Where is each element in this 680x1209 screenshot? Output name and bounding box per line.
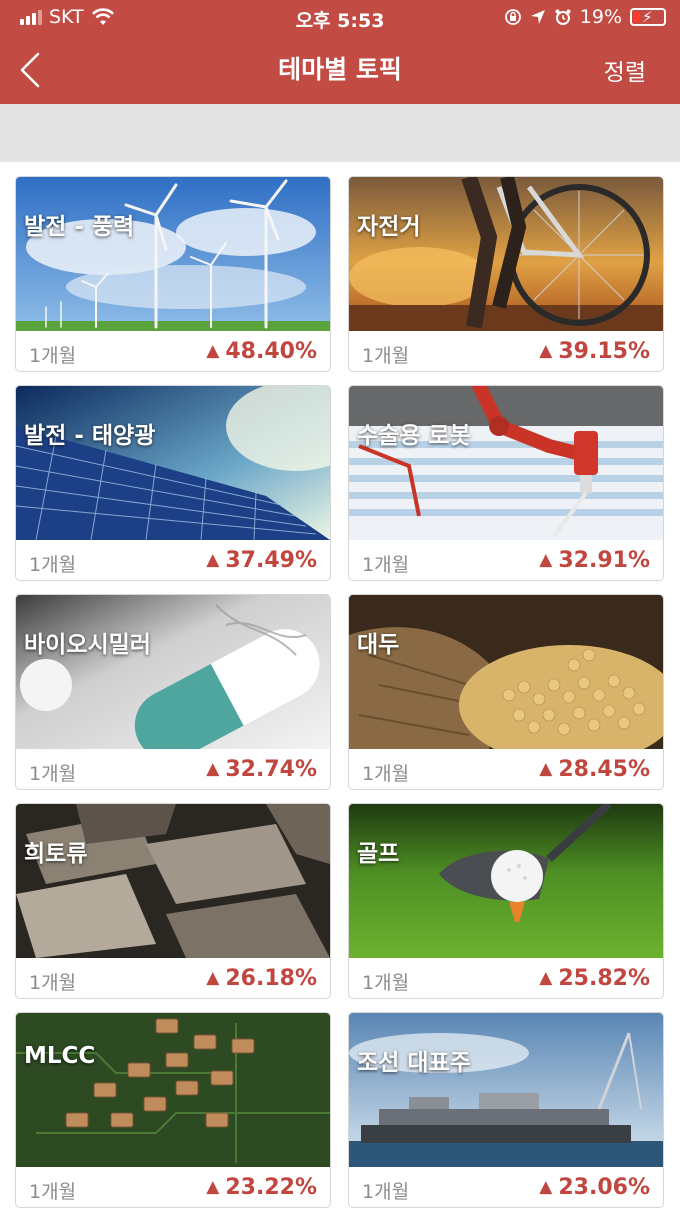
theme-card[interactable]: 희토류 1개월 ▲ 26.18% (15, 803, 331, 999)
period-label: 1개월 (362, 972, 410, 994)
status-right: 19% ⚡ (504, 6, 666, 28)
up-arrow-icon: ▲ (539, 968, 553, 988)
up-arrow-icon: ▲ (539, 341, 553, 361)
theme-image-bicycle: 자전거 (349, 177, 663, 331)
theme-title: 발전 - 풍력 (24, 214, 135, 240)
up-arrow-icon: ▲ (206, 341, 220, 361)
change-percent: 25.82% (558, 966, 650, 991)
theme-image-golf: 골프 (349, 804, 663, 958)
theme-card[interactable]: 자전거 1개월 ▲ 39.15% (348, 176, 664, 372)
theme-card[interactable]: 바이오시밀러 1개월 ▲ 32.74% (15, 594, 331, 790)
up-arrow-icon: ▲ (206, 968, 220, 988)
location-icon (530, 10, 545, 24)
theme-footer: 1개월 ▲ 37.49% (16, 540, 330, 580)
theme-title: 바이오시밀러 (24, 632, 151, 658)
change-value: ▲ 26.18% (206, 966, 317, 991)
period-label: 1개월 (362, 1181, 410, 1203)
period-label: 1개월 (362, 554, 410, 576)
theme-image-mlcc: MLCC (16, 1013, 330, 1167)
theme-title: 수술용 로봇 (357, 423, 471, 449)
theme-card[interactable]: 대두 1개월 ▲ 28.45% (348, 594, 664, 790)
theme-card[interactable]: 수술용 로봇 1개월 ▲ 32.91% (348, 385, 664, 581)
change-percent: 37.49% (225, 548, 317, 573)
sort-button[interactable]: 정렬 (604, 53, 646, 87)
battery-icon: ⚡ (630, 8, 666, 26)
theme-card[interactable]: 발전 - 태양광 1개월 ▲ 37.49% (15, 385, 331, 581)
up-arrow-icon: ▲ (539, 550, 553, 570)
period-label: 1개월 (29, 554, 77, 576)
theme-title: 자전거 (357, 214, 421, 240)
theme-image-wind-power: 발전 - 풍력 (16, 177, 330, 331)
up-arrow-icon: ▲ (539, 759, 553, 779)
change-value: ▲ 25.82% (539, 966, 650, 991)
theme-footer: 1개월 ▲ 32.91% (349, 540, 663, 580)
change-percent: 23.22% (225, 1175, 317, 1200)
theme-card[interactable]: 조선 대표주 1개월 ▲ 23.06% (348, 1012, 664, 1208)
change-value: ▲ 32.91% (539, 548, 650, 573)
change-percent: 48.40% (225, 339, 317, 364)
up-arrow-icon: ▲ (539, 1177, 553, 1197)
change-percent: 32.91% (558, 548, 650, 573)
change-percent: 39.15% (558, 339, 650, 364)
theme-footer: 1개월 ▲ 23.22% (16, 1167, 330, 1207)
up-arrow-icon: ▲ (206, 550, 220, 570)
change-value: ▲ 37.49% (206, 548, 317, 573)
theme-title: 조선 대표주 (357, 1050, 471, 1076)
theme-image-surgical-robot: 수술용 로봇 (349, 386, 663, 540)
alarm-icon (555, 9, 571, 25)
battery-percent: 19% (579, 6, 622, 28)
change-value: ▲ 23.22% (206, 1175, 317, 1200)
theme-image-rare-earth: 희토류 (16, 804, 330, 958)
filter-band (0, 104, 680, 162)
theme-footer: 1개월 ▲ 25.82% (349, 958, 663, 998)
theme-title: 발전 - 태양광 (24, 423, 156, 449)
theme-title: 대두 (357, 632, 400, 658)
theme-card[interactable]: 발전 - 풍력 1개월 ▲ 48.40% (15, 176, 331, 372)
theme-image-biosimilar: 바이오시밀러 (16, 595, 330, 749)
theme-card[interactable]: MLCC 1개월 ▲ 23.22% (15, 1012, 331, 1208)
theme-title: 골프 (357, 841, 400, 867)
period-label: 1개월 (29, 1181, 77, 1203)
theme-footer: 1개월 ▲ 48.40% (16, 331, 330, 371)
status-bar: SKT 오후 5:53 19% ⚡ (0, 0, 680, 36)
period-label: 1개월 (29, 972, 77, 994)
theme-title: MLCC (24, 1043, 96, 1069)
up-arrow-icon: ▲ (206, 1177, 220, 1197)
orientation-lock-icon (504, 9, 521, 25)
change-percent: 26.18% (225, 966, 317, 991)
theme-image-shipbuilding: 조선 대표주 (349, 1013, 663, 1167)
theme-footer: 1개월 ▲ 26.18% (16, 958, 330, 998)
period-label: 1개월 (29, 763, 77, 785)
period-label: 1개월 (362, 763, 410, 785)
theme-footer: 1개월 ▲ 32.74% (16, 749, 330, 789)
change-percent: 28.45% (558, 757, 650, 782)
change-value: ▲ 32.74% (206, 757, 317, 782)
change-value: ▲ 23.06% (539, 1175, 650, 1200)
nav-bar: 테마별 토픽 정렬 (0, 36, 680, 104)
period-label: 1개월 (362, 345, 410, 367)
period-label: 1개월 (29, 345, 77, 367)
page-title: 테마별 토픽 (278, 55, 402, 84)
change-value: ▲ 28.45% (539, 757, 650, 782)
theme-image-soybean: 대두 (349, 595, 663, 749)
change-value: ▲ 48.40% (206, 339, 317, 364)
up-arrow-icon: ▲ (206, 759, 220, 779)
theme-footer: 1개월 ▲ 39.15% (349, 331, 663, 371)
theme-title: 희토류 (24, 841, 88, 867)
theme-image-solar-power: 발전 - 태양광 (16, 386, 330, 540)
change-percent: 23.06% (558, 1175, 650, 1200)
theme-card[interactable]: 골프 1개월 ▲ 25.82% (348, 803, 664, 999)
theme-footer: 1개월 ▲ 28.45% (349, 749, 663, 789)
change-percent: 32.74% (225, 757, 317, 782)
theme-footer: 1개월 ▲ 23.06% (349, 1167, 663, 1207)
change-value: ▲ 39.15% (539, 339, 650, 364)
